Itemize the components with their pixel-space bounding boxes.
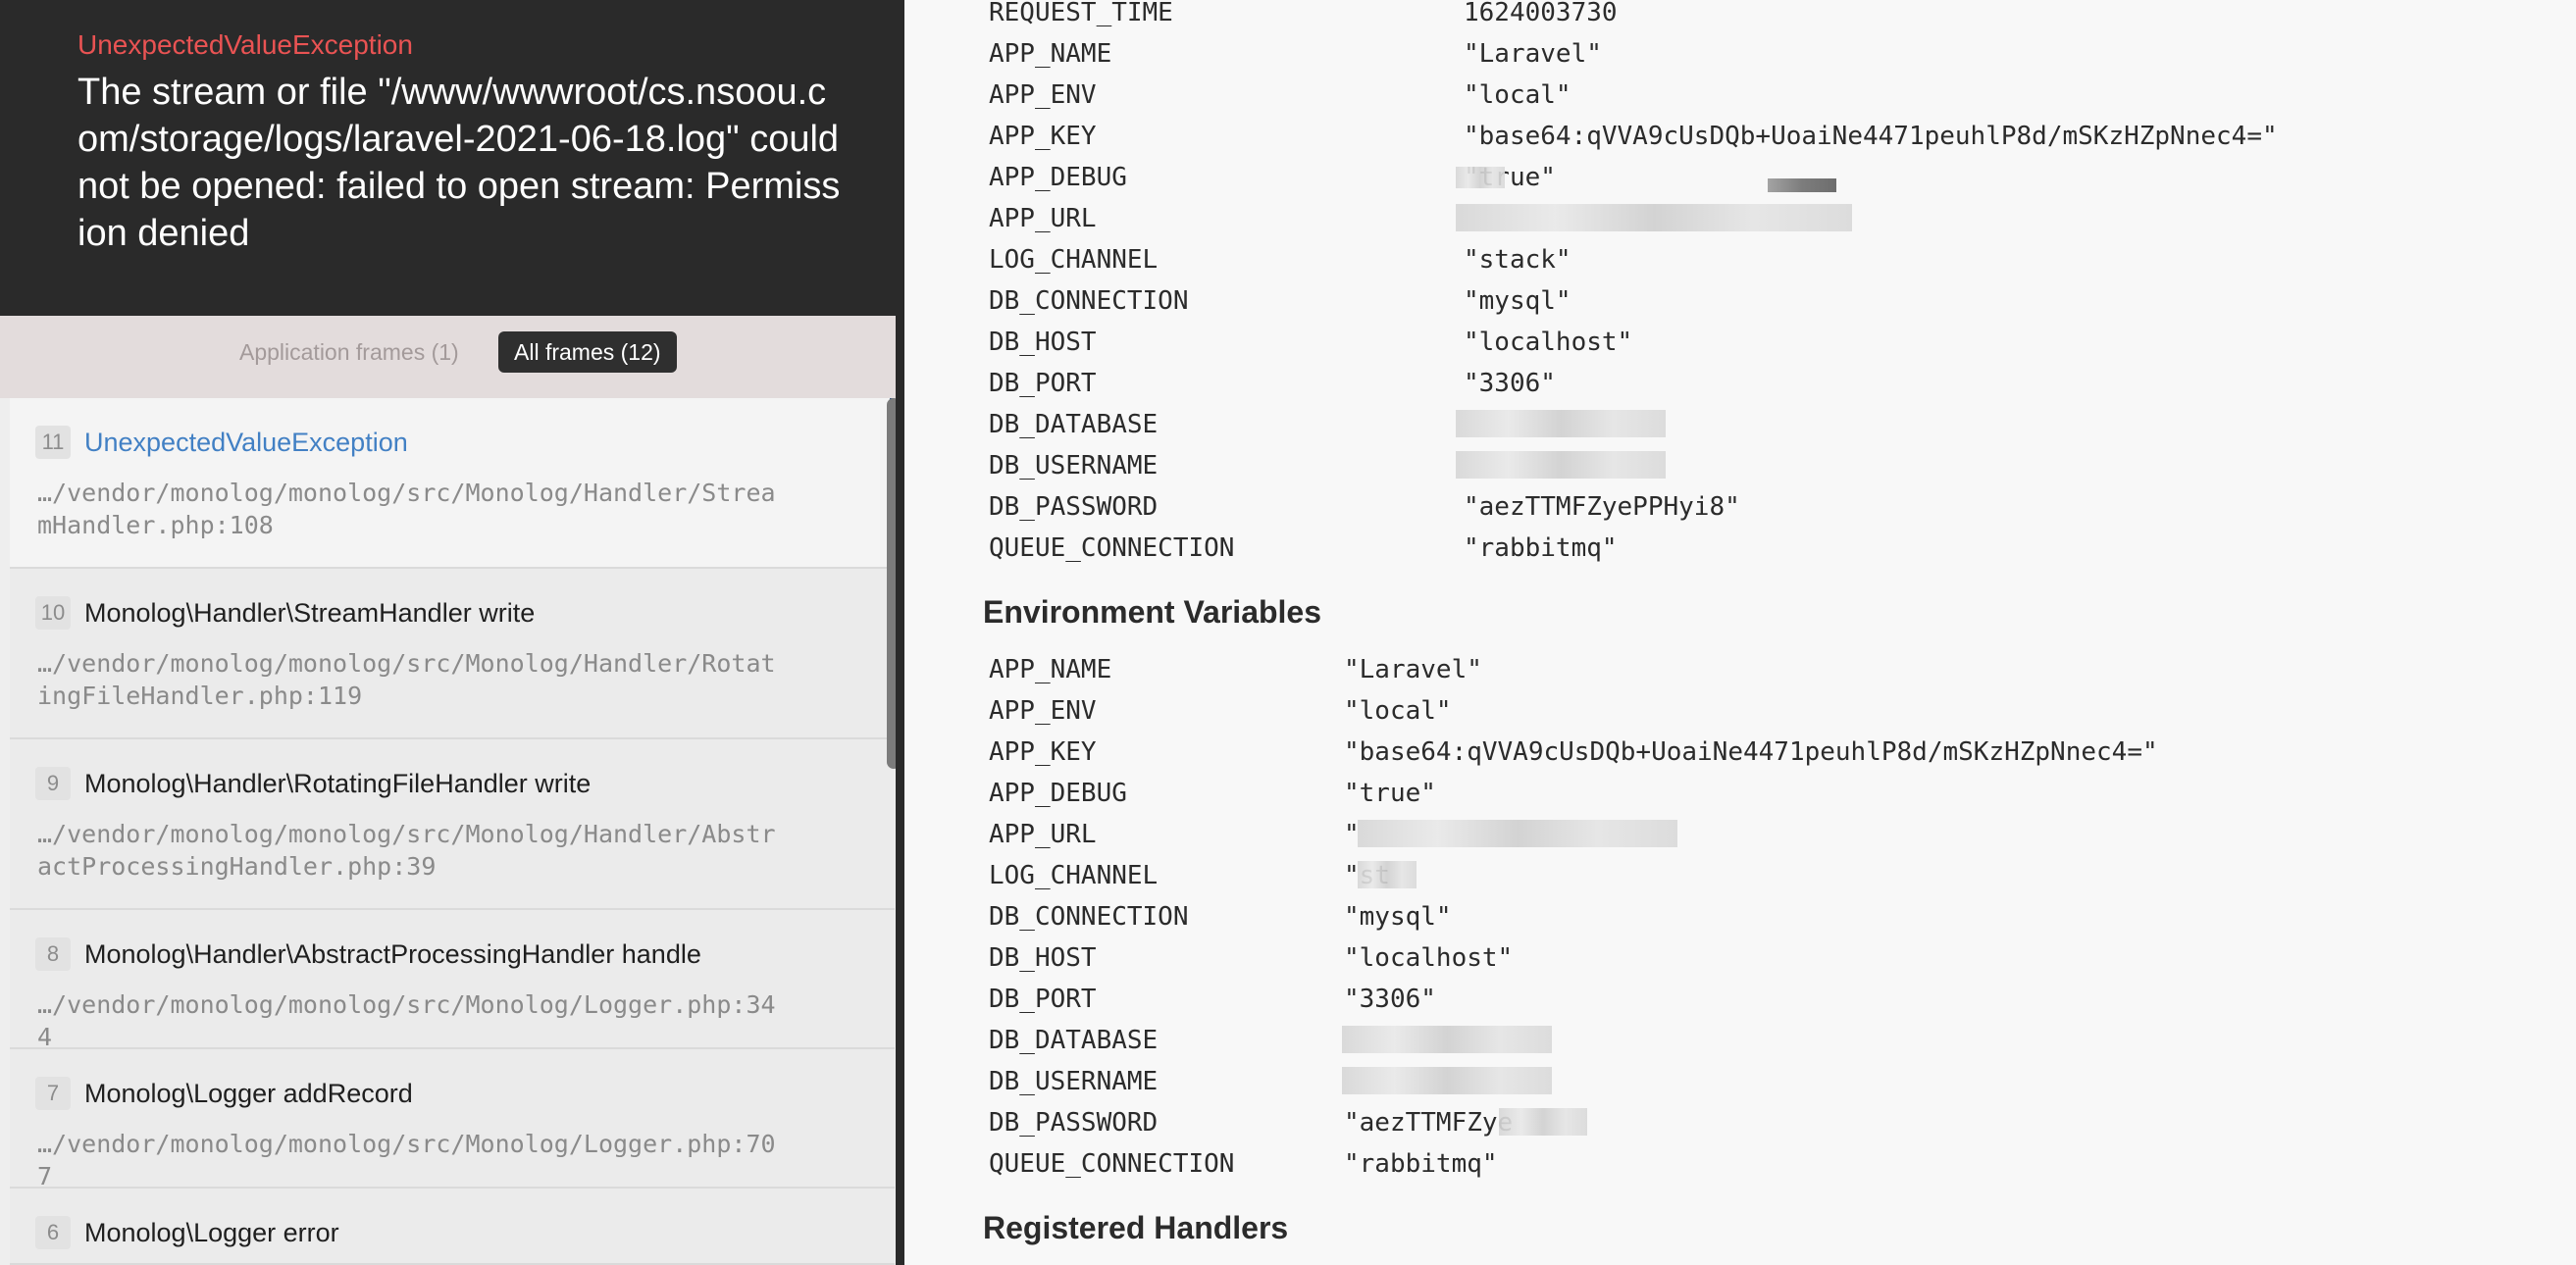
var-key: DB_USERNAME: [989, 1067, 1159, 1096]
var-key: APP_KEY: [989, 122, 1097, 151]
exception-header: UnexpectedValueException The stream or f…: [0, 0, 904, 316]
frame-number: 9: [35, 767, 71, 800]
var-key: APP_KEY: [989, 737, 1097, 767]
var-key: LOG_CHANNEL: [989, 245, 1159, 275]
var-key: DB_PORT: [989, 369, 1097, 398]
frame-path: …/vendor/monolog/monolog/src/Monolog/Han…: [37, 649, 776, 710]
var-value: "localhost": [1464, 328, 1633, 357]
var-value: "aezTTMFZye: [1344, 1108, 1514, 1138]
redaction-blur: [1499, 1108, 1587, 1136]
frame-item[interactable]: 7 Monolog\Logger addRecord …/vendor/mono…: [10, 1049, 895, 1190]
var-value: "Laravel": [1464, 39, 1602, 69]
frame-path: …/vendor/monolog/monolog/src/Monolog/Han…: [37, 820, 776, 881]
frame-path: …/vendor/monolog/monolog/src/Monolog/Log…: [37, 990, 776, 1051]
frame-number: 8: [35, 937, 71, 971]
redaction-blur: [1342, 1026, 1552, 1053]
var-value: "mysql": [1464, 286, 1571, 316]
exception-class: UnexpectedValueException: [77, 29, 413, 60]
var-key: APP_DEBUG: [989, 779, 1127, 808]
var-key: REQUEST_TIME: [989, 0, 1173, 27]
var-key: QUEUE_CONNECTION: [989, 533, 1235, 563]
var-value: "base64:qVVA9cUsDQb+UoaiNe4471peuhlP8d/m…: [1344, 737, 2158, 767]
var-value: 1624003730: [1464, 0, 1618, 27]
frame-item[interactable]: 6 Monolog\Logger error: [10, 1189, 895, 1265]
var-value: "true": [1344, 779, 1436, 808]
frame-title: Monolog\Handler\RotatingFileHandler writ…: [84, 769, 592, 798]
var-key: LOG_CHANNEL: [989, 861, 1159, 890]
redaction-blur: [1456, 167, 1505, 188]
frame-title: Monolog\Handler\AbstractProcessingHandle…: [84, 939, 701, 969]
var-value: "localhost": [1344, 943, 1514, 973]
var-key: DB_CONNECTION: [989, 286, 1189, 316]
frames-list: 11 UnexpectedValueException …/vendor/mon…: [10, 398, 895, 1265]
frame-number: 11: [35, 426, 71, 459]
var-value: "Laravel": [1344, 655, 1482, 684]
redaction-blur: [1456, 451, 1666, 479]
var-value: "rabbitmq": [1344, 1149, 1498, 1179]
frame-item[interactable]: 8 Monolog\Handler\AbstractProcessingHand…: [10, 910, 895, 1051]
frame-title: UnexpectedValueException: [84, 428, 408, 457]
var-key: DB_PASSWORD: [989, 1108, 1159, 1138]
var-key: DB_HOST: [989, 328, 1097, 357]
var-key: DB_HOST: [989, 943, 1097, 973]
var-key: DB_DATABASE: [989, 410, 1159, 439]
var-value: "3306": [1464, 369, 1556, 398]
var-key: DB_PASSWORD: [989, 492, 1159, 522]
var-key: APP_URL: [989, 204, 1097, 233]
var-value: "mysql": [1344, 902, 1452, 932]
var-value: "3306": [1344, 985, 1436, 1014]
panel-divider: [896, 0, 904, 1265]
var-key: APP_NAME: [989, 39, 1112, 69]
var-value: "local": [1464, 80, 1571, 110]
var-value: "base64:qVVA9cUsDQb+UoaiNe4471peuhlP8d/m…: [1464, 122, 2278, 151]
frame-number: 6: [35, 1216, 71, 1249]
frame-title: Monolog\Logger error: [84, 1218, 339, 1247]
frame-title: Monolog\Handler\StreamHandler write: [84, 598, 536, 628]
var-value: "stack": [1464, 245, 1571, 275]
var-key: APP_NAME: [989, 655, 1112, 684]
frame-number: 10: [35, 596, 71, 630]
details-panel: REQUEST_TIME 1624003730 APP_NAME "Larave…: [904, 0, 2576, 1265]
section-title-handlers: Registered Handlers: [983, 1210, 1289, 1245]
frame-item[interactable]: 11 UnexpectedValueException …/vendor/mon…: [10, 398, 895, 569]
var-value: "local": [1344, 696, 1452, 726]
frame-item[interactable]: 9 Monolog\Handler\RotatingFileHandler wr…: [10, 739, 895, 910]
redaction-blur: [1768, 178, 1836, 192]
var-key: DB_DATABASE: [989, 1026, 1159, 1055]
var-key: APP_ENV: [989, 696, 1097, 726]
redaction-blur: [1358, 861, 1417, 888]
var-key: DB_CONNECTION: [989, 902, 1189, 932]
var-key: QUEUE_CONNECTION: [989, 1149, 1235, 1179]
redaction-blur: [1358, 820, 1677, 847]
stack-frames-panel: UnexpectedValueException The stream or f…: [0, 0, 904, 1265]
redaction-blur: [1456, 204, 1852, 231]
var-key: DB_PORT: [989, 985, 1097, 1014]
var-value: "rabbitmq": [1464, 533, 1618, 563]
var-key: APP_DEBUG: [989, 163, 1127, 192]
frame-title: Monolog\Logger addRecord: [84, 1079, 413, 1108]
exception-message: The stream or file "/www/wwwroot/cs.nsoo…: [77, 72, 841, 254]
redaction-blur: [1456, 410, 1666, 437]
var-key: DB_USERNAME: [989, 451, 1159, 481]
redaction-blur: [1342, 1067, 1552, 1094]
tab-application-frames[interactable]: Application frames (1): [224, 331, 475, 373]
frame-number: 7: [35, 1077, 71, 1110]
frames-filter-tabs: Application frames (1) All frames (12): [0, 316, 904, 398]
tab-all-frames[interactable]: All frames (12): [498, 331, 677, 373]
section-title-environment: Environment Variables: [983, 594, 1322, 630]
frame-path: …/vendor/monolog/monolog/src/Monolog/Han…: [37, 479, 776, 539]
frame-item[interactable]: 10 Monolog\Handler\StreamHandler write ……: [10, 569, 895, 739]
var-key: APP_ENV: [989, 80, 1097, 110]
var-key: APP_URL: [989, 820, 1097, 849]
var-value: "aezTTMFZyePPHyi8": [1464, 492, 1740, 522]
frame-path: …/vendor/monolog/monolog/src/Monolog/Log…: [37, 1130, 776, 1190]
